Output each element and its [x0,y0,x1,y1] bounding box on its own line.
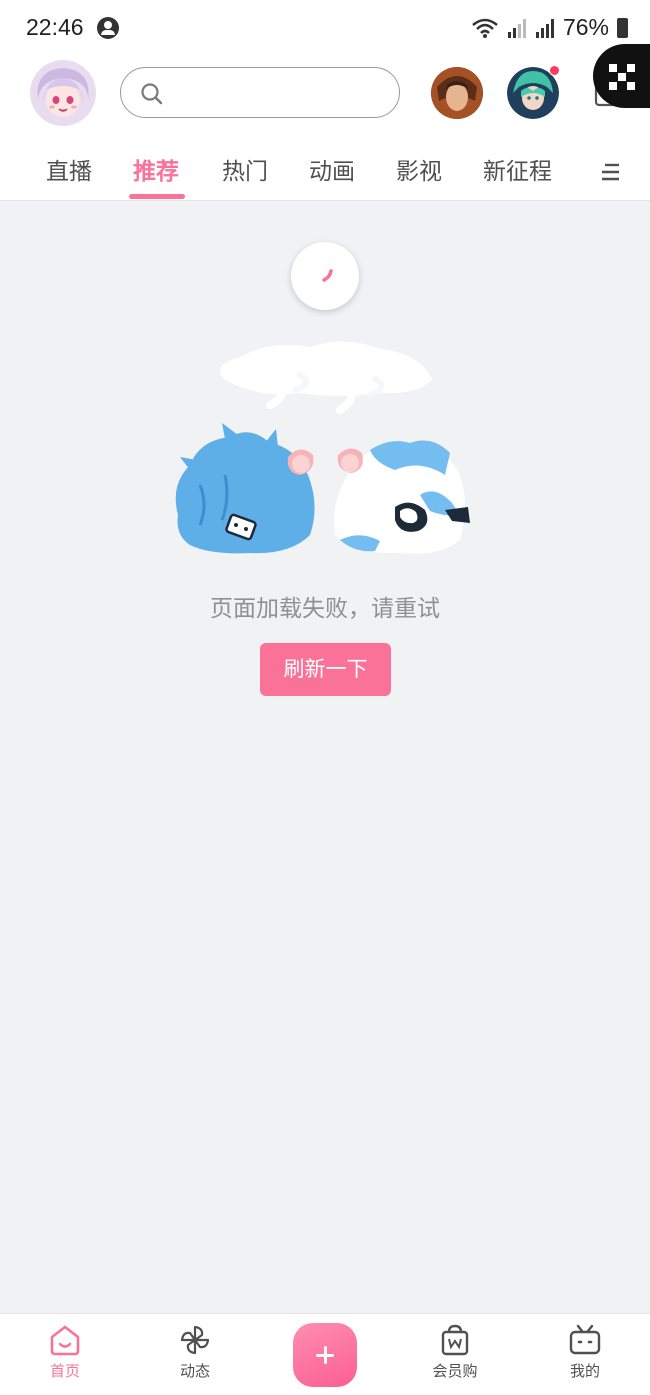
user-avatar[interactable] [30,60,96,126]
top-header: 直播 推荐 热门 动画 影视 新征程 [0,44,650,201]
home-icon [50,1325,80,1356]
loading-spinner-icon [291,242,359,310]
battery-level: 76% [562,14,609,40]
category-tabs: 直播 推荐 热门 动画 影视 新征程 [0,150,650,201]
menu-icon[interactable] [601,162,623,186]
floating-qr-button[interactable] [593,44,650,108]
status-time: 22:46 [26,14,84,40]
bottom-navigation: 首页 动态 会员购 我的 [0,1313,650,1395]
qr-code-icon [609,64,635,90]
tab-live[interactable]: 直播 [46,152,92,186]
tab-film[interactable]: 影视 [396,152,442,186]
game-avatar-1[interactable] [431,67,483,119]
tab-hot[interactable]: 热门 [222,152,268,186]
header-divider [0,200,650,201]
tab-recommend[interactable]: 推荐 [133,152,179,186]
signal-icon [535,18,554,38]
signal-icon [507,18,526,38]
nav-member-shop[interactable]: 会员购 [415,1324,495,1381]
nav-mine[interactable]: 我的 [545,1324,625,1381]
nav-dynamic-label: 动态 [179,1362,210,1380]
nav-dynamic[interactable]: 动态 [155,1324,235,1381]
active-tab-indicator [129,194,185,199]
tired-mascots-illustration [170,335,480,574]
search-icon [140,82,164,110]
account-circle-icon [97,17,119,39]
nav-home[interactable]: 首页 [25,1324,105,1381]
pinwheel-icon [180,1325,210,1355]
battery-icon [617,17,628,38]
shopping-bag-icon [441,1324,469,1356]
retry-button[interactable]: 刷新一下 [260,643,391,696]
wifi-icon [472,18,498,38]
nav-member-shop-label: 会员购 [432,1362,478,1380]
error-message: 页面加载失败，请重试 [210,596,440,622]
search-input[interactable] [120,67,400,118]
nav-home-label: 首页 [49,1362,80,1380]
post-plus-button[interactable] [293,1323,357,1387]
system-icons: 76% [471,14,628,41]
tab-new-journey[interactable]: 新征程 [483,152,552,186]
status-bar: 22:46 76% [0,0,650,56]
nav-mine-label: 我的 [569,1362,600,1380]
tab-anime[interactable]: 动画 [309,152,355,186]
notification-dot [549,65,560,76]
tv-icon [569,1324,601,1355]
